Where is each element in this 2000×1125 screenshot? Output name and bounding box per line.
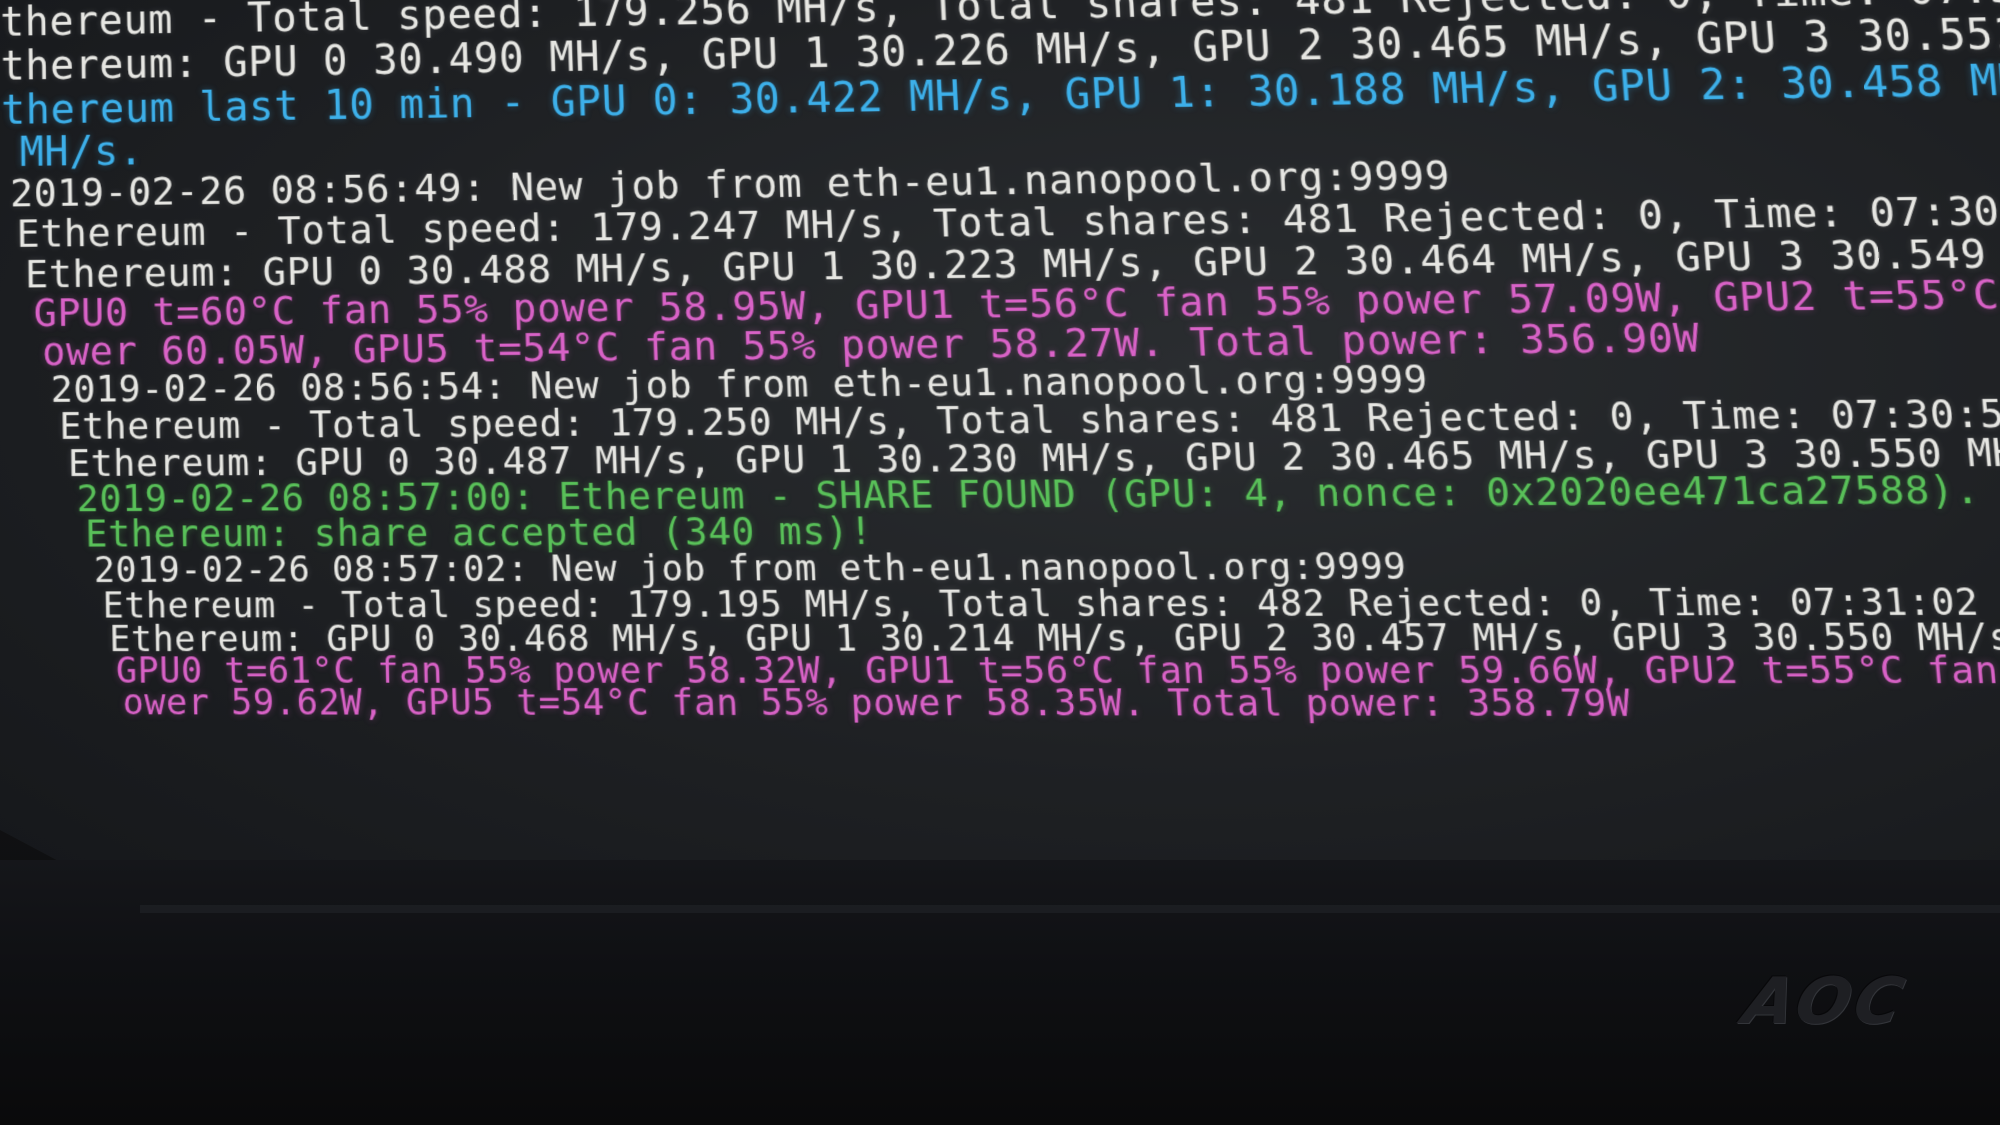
monitor-bezel [0,860,2000,1125]
monitor-bezel-edge [140,905,2000,913]
photo-scene: thereum - Total speed: 179.256 MH/s, Tot… [0,0,2000,1125]
monitor-screen: thereum - Total speed: 179.256 MH/s, Tot… [0,0,2000,915]
terminal-console[interactable]: thereum - Total speed: 179.256 MH/s, Tot… [0,0,2000,915]
monitor-brand-logo: AOC [1737,965,1914,1039]
terminal-line: ower 59.62W, GPU5 t=54°C fan 55% power 5… [122,681,1633,726]
